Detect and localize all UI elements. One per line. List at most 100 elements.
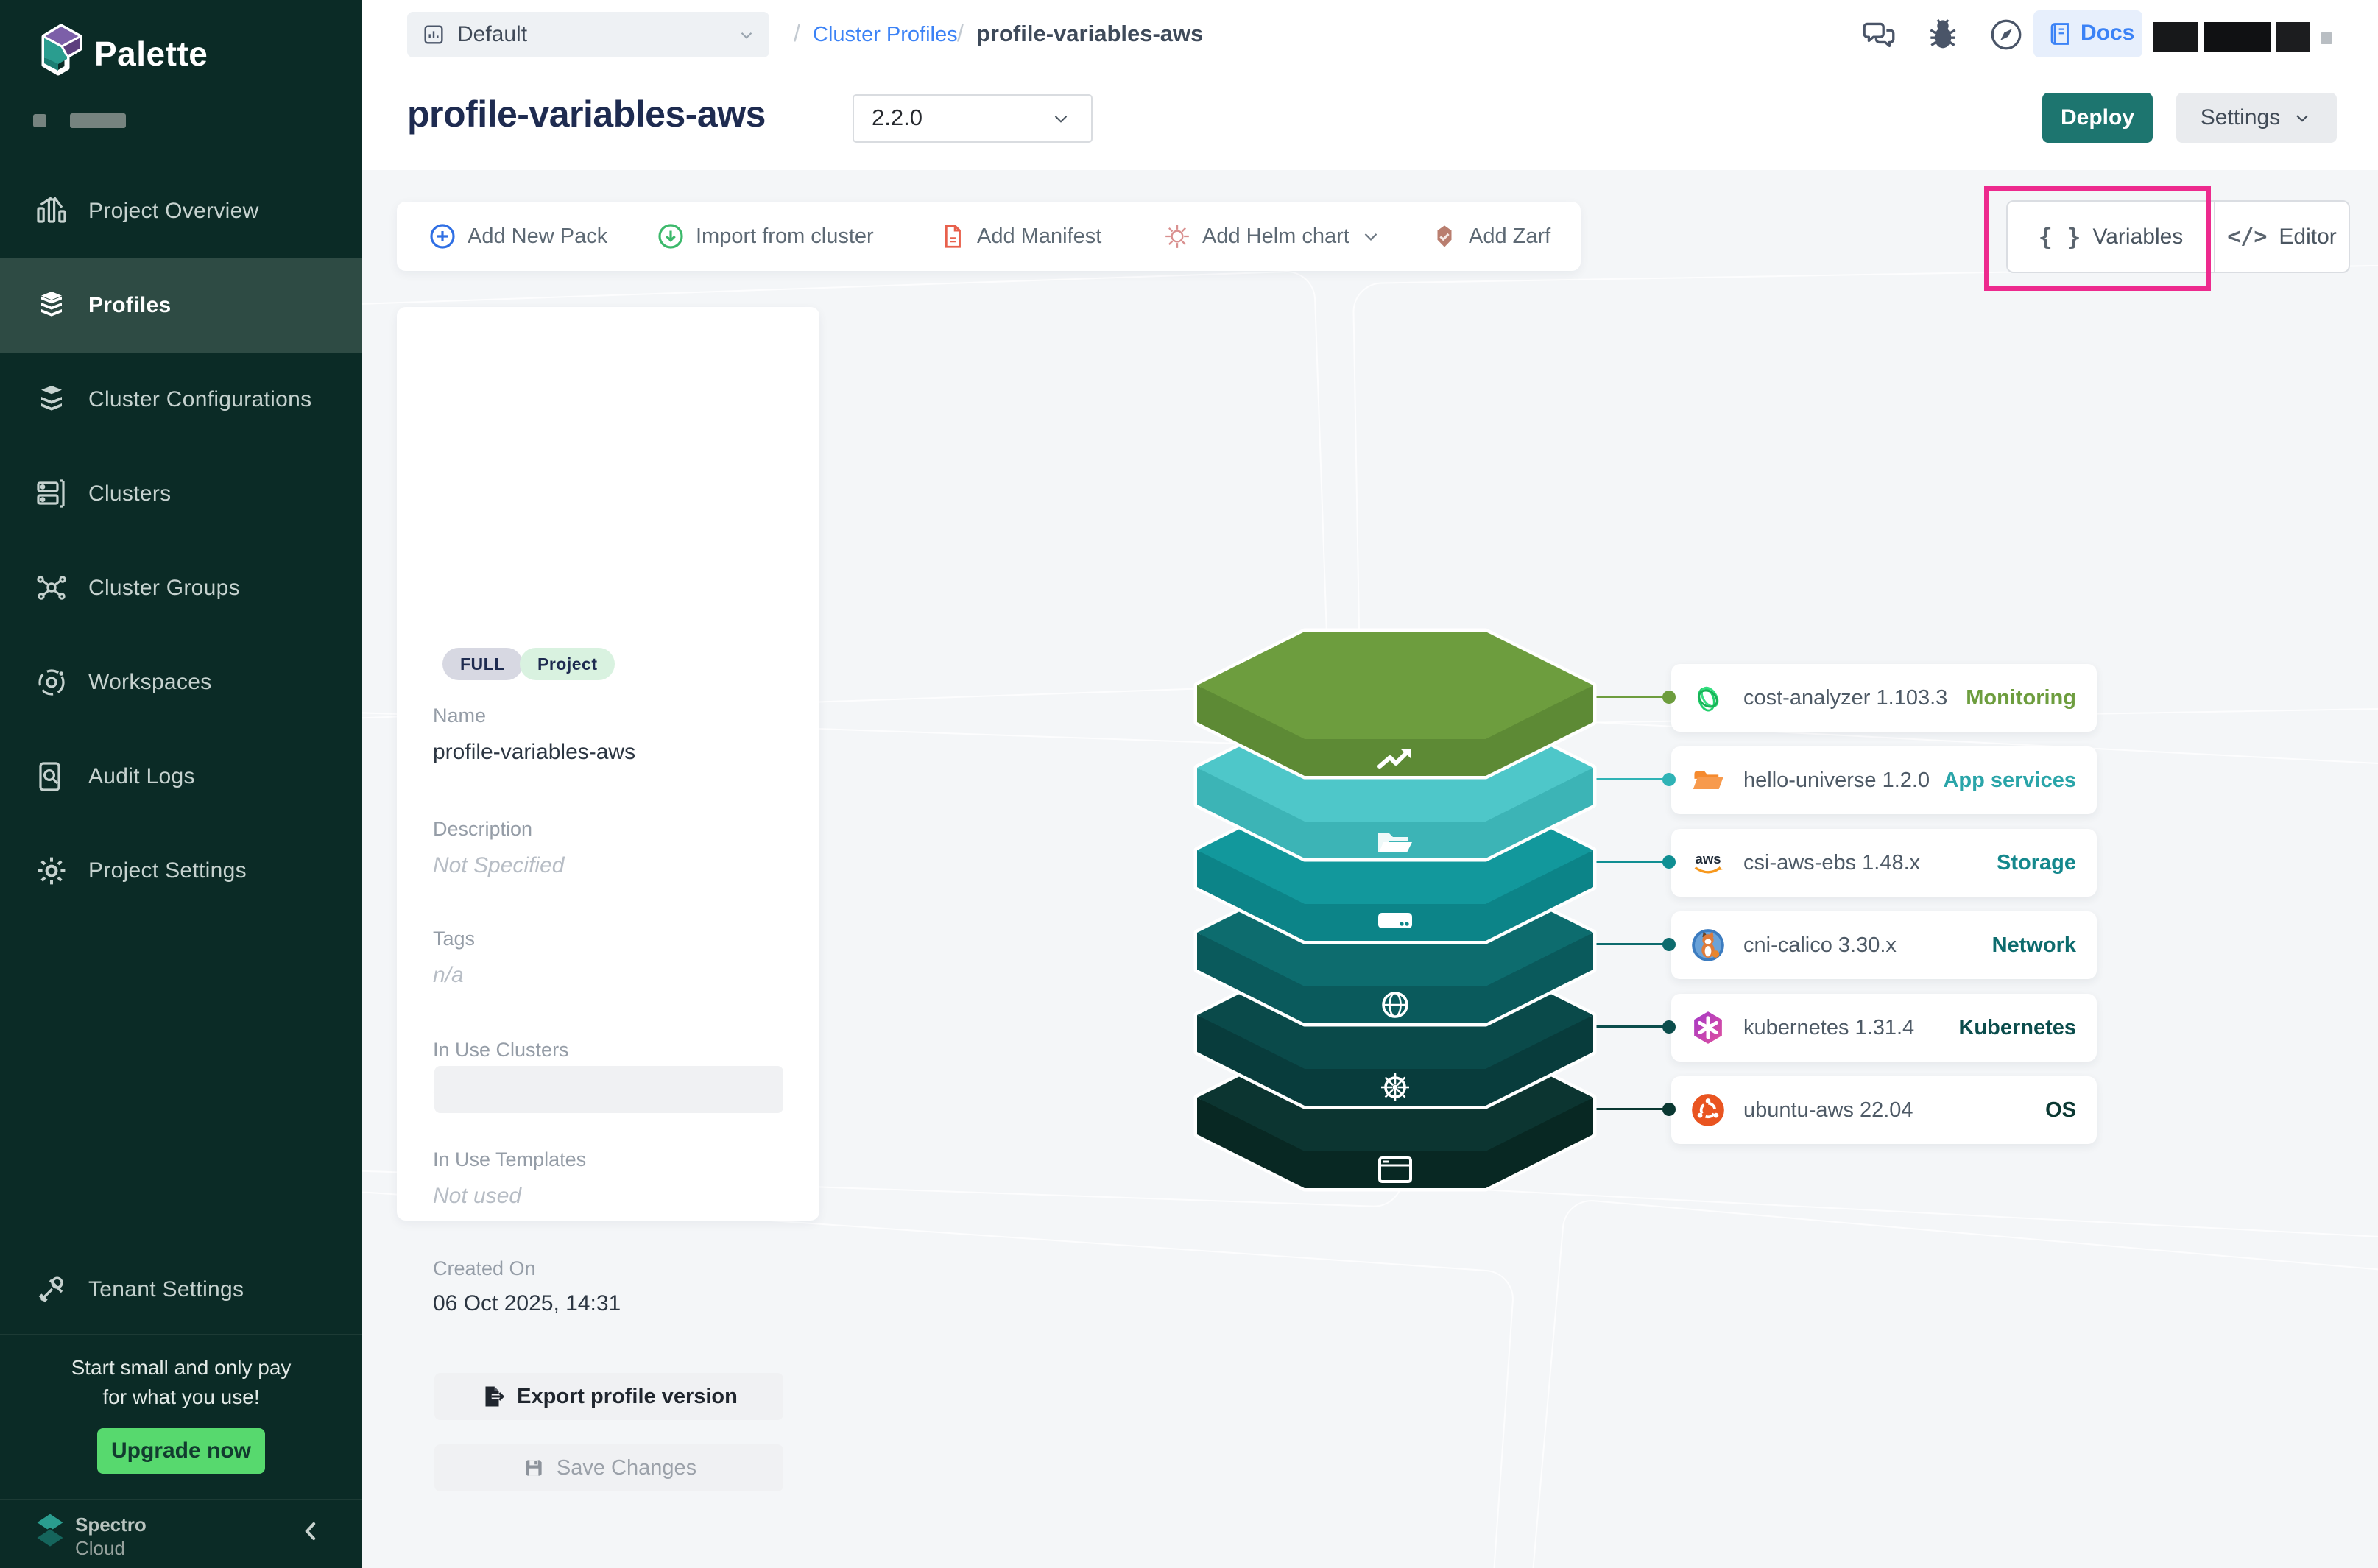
divider <box>0 1334 362 1335</box>
add-zarf-button[interactable]: Add Zarf <box>1430 202 1550 271</box>
svg-text:aws: aws <box>1696 851 1721 866</box>
breadcrumb-separator: / <box>957 20 964 47</box>
pack-category: Kubernetes <box>1958 1016 2076 1040</box>
export-file-icon <box>480 1383 507 1410</box>
pack-name: hello-universe 1.2.0 <box>1743 769 1930 793</box>
save-changes-button[interactable]: Save Changes <box>434 1444 783 1491</box>
pack-category: Network <box>1992 933 2076 958</box>
pack-category: Monitoring <box>1966 686 2076 710</box>
connector-dot <box>1662 1020 1676 1034</box>
connector-dot <box>1662 691 1676 704</box>
palette-logo-icon <box>37 22 87 78</box>
upgrade-now-button[interactable]: Upgrade now <box>97 1428 265 1474</box>
connector-dot <box>1662 938 1676 951</box>
bug-report-icon[interactable] <box>1924 16 1961 53</box>
promo-line1: Start small and only pay <box>0 1353 362 1382</box>
created-on-value: 06 Oct 2025, 14:31 <box>433 1291 621 1316</box>
connector-dot <box>1662 773 1676 786</box>
footer-brand-line1: Spectro <box>75 1514 147 1536</box>
pack-category: OS <box>2045 1098 2076 1123</box>
sidebar-item-label: Cluster Groups <box>88 576 240 601</box>
version-select[interactable]: 2.2.0 <box>853 94 1093 143</box>
redacted-block <box>33 114 46 127</box>
server-rack-icon <box>34 476 69 512</box>
feedback-chat-icon[interactable] <box>1861 16 1898 53</box>
pack-row-cost-analyzer[interactable]: cost-analyzer 1.103.3 Monitoring <box>1671 664 2097 732</box>
project-selector[interactable]: Default <box>407 12 769 57</box>
export-profile-version-button[interactable]: Export profile version <box>434 1373 783 1420</box>
add-new-pack-button[interactable]: Add New Pack <box>428 202 607 271</box>
pack-row-kubernetes[interactable]: kubernetes 1.31.4 Kubernetes <box>1671 994 2097 1062</box>
name-label: Name <box>433 704 486 727</box>
redacted-block <box>70 113 126 128</box>
description-label: Description <box>433 818 532 841</box>
sidebar-item-label: Audit Logs <box>88 764 195 789</box>
add-zarf-label: Add Zarf <box>1469 225 1550 249</box>
manifest-file-icon <box>939 222 967 250</box>
pack-category: Storage <box>1997 851 2076 875</box>
helm-wheel-icon <box>1381 1073 1409 1101</box>
pack-name: cni-calico 3.30.x <box>1743 933 1897 958</box>
settings-button[interactable]: Settings <box>2176 93 2337 143</box>
add-helm-chart-label: Add Helm chart <box>1202 225 1349 249</box>
spectro-cloud-logo-icon <box>32 1511 68 1553</box>
sidebar-item-profiles[interactable]: Profiles <box>0 258 362 353</box>
bar-chart-icon <box>34 194 69 229</box>
collapse-sidebar-chevron-icon[interactable] <box>296 1515 325 1547</box>
project-selector-label: Default <box>457 22 527 47</box>
save-changes-label: Save Changes <box>557 1456 696 1480</box>
calico-cat-icon <box>1690 928 1726 963</box>
connector-dot <box>1662 1103 1676 1116</box>
sidebar-item-label: Project Settings <box>88 858 247 883</box>
stack-layer-monitoring[interactable] <box>1197 632 1593 776</box>
editor-tab[interactable]: </> Editor <box>2215 202 2349 272</box>
sidebar-item-cluster-configurations[interactable]: Cluster Configurations <box>0 353 362 447</box>
aws-icon: aws <box>1690 845 1726 880</box>
orbit-icon <box>34 665 69 700</box>
chevron-down-icon <box>2292 107 2312 128</box>
ubuntu-icon <box>1690 1092 1726 1128</box>
docs-button[interactable]: Docs <box>2033 10 2142 57</box>
breadcrumb-link-cluster-profiles[interactable]: Cluster Profiles <box>813 23 958 47</box>
sidebar-item-tenant-settings[interactable]: Tenant Settings <box>0 1243 362 1337</box>
sidebar-item-label: Profiles <box>88 293 171 318</box>
user-menu-chevron-icon[interactable] <box>2321 32 2332 44</box>
add-new-pack-label: Add New Pack <box>468 225 607 249</box>
in-use-templates-value: Not used <box>433 1184 521 1209</box>
profile-scope-badge: Project <box>520 648 615 680</box>
pack-toolbar: Add New Pack Import from cluster Add Man… <box>397 202 1581 271</box>
pack-name: kubernetes 1.31.4 <box>1743 1016 1914 1040</box>
layers-icon <box>34 288 69 323</box>
sidebar-item-project-overview[interactable]: Project Overview <box>0 164 362 258</box>
kubernetes-hexagon-icon <box>1690 1010 1726 1045</box>
pack-row-hello-universe[interactable]: hello-universe 1.2.0 App services <box>1671 746 2097 814</box>
helm-wheel-icon <box>1162 222 1192 251</box>
pack-row-cni-calico[interactable]: cni-calico 3.30.x Network <box>1671 911 2097 979</box>
compass-tour-icon[interactable] <box>1988 16 2025 53</box>
sidebar-item-audit-logs[interactable]: Audit Logs <box>0 730 362 824</box>
export-profile-version-label: Export profile version <box>517 1385 738 1409</box>
add-manifest-label: Add Manifest <box>977 225 1101 249</box>
pack-category: App services <box>1943 769 2076 793</box>
sidebar-item-workspaces[interactable]: Workspaces <box>0 635 362 730</box>
sidebar-item-project-settings[interactable]: Project Settings <box>0 824 362 918</box>
in-use-templates-label: In Use Templates <box>433 1148 586 1171</box>
kubecost-icon <box>1690 680 1726 716</box>
zarf-icon <box>1430 222 1458 250</box>
add-helm-chart-button[interactable]: Add Helm chart <box>1162 202 1382 271</box>
plus-circle-icon <box>428 222 457 251</box>
profile-info-card: FULL Project Name profile-variables-aws … <box>397 307 819 1221</box>
add-manifest-button[interactable]: Add Manifest <box>939 202 1101 271</box>
annotation-highlight-box <box>1984 186 2211 291</box>
sidebar-item-clusters[interactable]: Clusters <box>0 447 362 541</box>
hard-drive-icon <box>1378 913 1412 928</box>
node-graph-icon <box>34 571 69 606</box>
pack-row-csi-aws-ebs[interactable]: aws csi-aws-ebs 1.48.x Storage <box>1671 829 2097 897</box>
deploy-button[interactable]: Deploy <box>2042 93 2153 143</box>
folder-icon <box>1690 763 1726 798</box>
pack-row-ubuntu-aws[interactable]: ubuntu-aws 22.04 OS <box>1671 1076 2097 1144</box>
sidebar-item-label: Cluster Configurations <box>88 387 311 412</box>
brand-name: Palette <box>94 34 208 74</box>
import-from-cluster-button[interactable]: Import from cluster <box>656 202 874 271</box>
sidebar-item-cluster-groups[interactable]: Cluster Groups <box>0 541 362 635</box>
